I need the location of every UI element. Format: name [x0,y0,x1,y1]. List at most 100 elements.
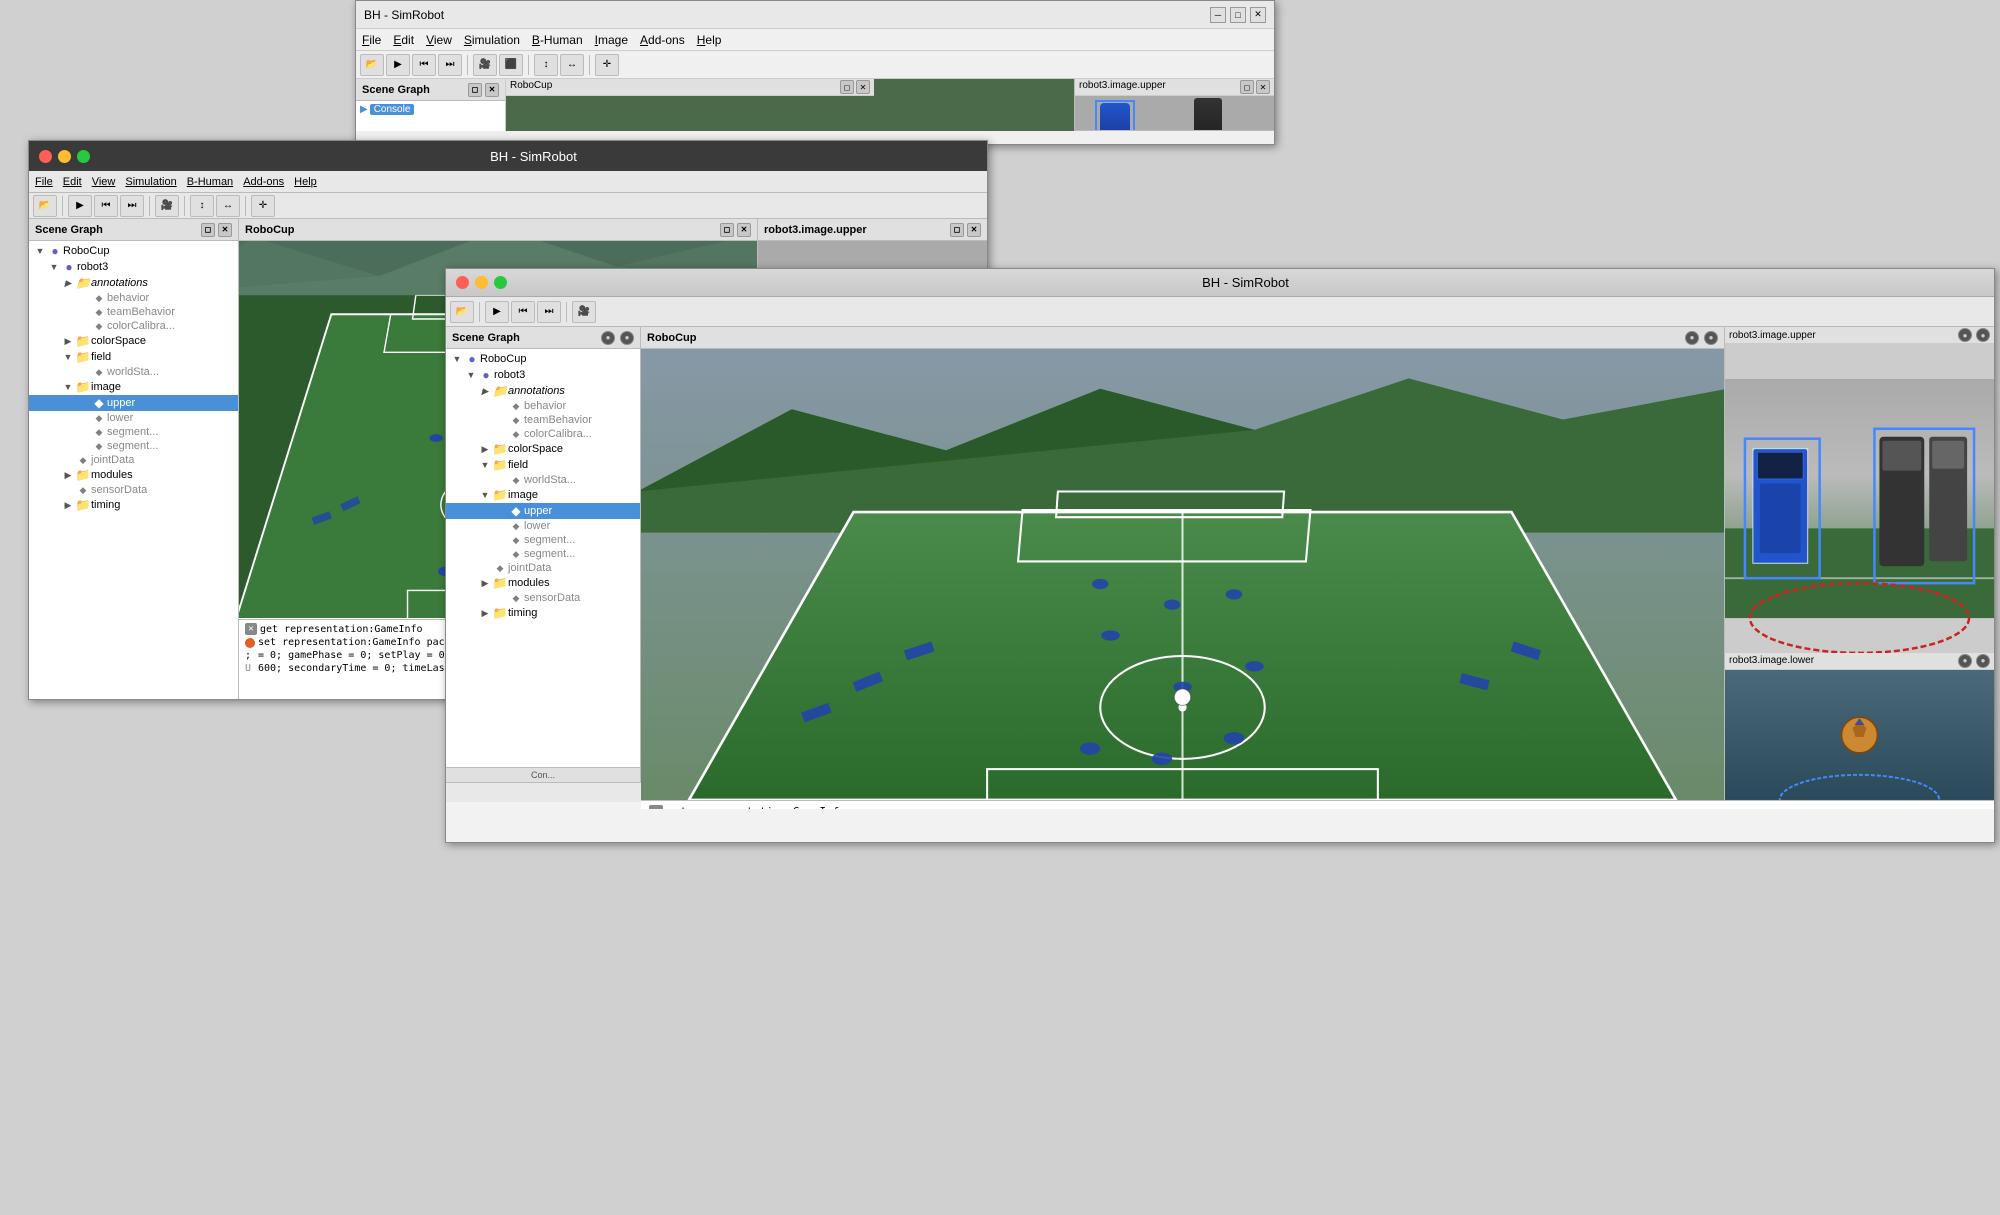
menu-view[interactable]: View [426,33,452,47]
win2-rc-close[interactable]: ✕ [737,223,751,237]
win1-cam-detach[interactable]: ◻ [1240,80,1254,94]
tree3-lower[interactable]: ◆ lower [446,519,640,533]
tree3-modules[interactable]: ▶ 📁 modules [446,575,640,591]
win2-rc-controls[interactable]: ◻ ✕ [720,223,751,237]
menu-simulation[interactable]: Simulation [464,33,520,47]
tb2-drag[interactable]: ✛ [251,195,275,217]
window-1[interactable]: BH - SimRobot ─ □ ✕ File Edit View Simul… [355,0,1275,145]
win3-rc-controls[interactable]: ● ● [1683,331,1718,345]
tree3-image[interactable]: ▼ 📁 image [446,487,640,503]
tree3-robocup[interactable]: ▼ ● RoboCup [446,351,640,367]
tree2-behavior[interactable]: ◆ behavior [29,291,238,305]
tree3-seg2[interactable]: ◆ segment... [446,547,640,561]
close-button[interactable]: ✕ [1250,7,1266,23]
max-light-2[interactable] [77,150,90,163]
win3-cu-btn1[interactable]: ● [1958,328,1972,342]
tree2-sensordata[interactable]: ◆ sensorData [29,483,238,497]
win1-cam-controls[interactable]: ◻ ✕ [1240,80,1270,94]
tree2-colorcalib[interactable]: ◆ colorCalibra... [29,319,238,333]
win1-controls[interactable]: ─ □ ✕ [1210,7,1266,23]
tb2-step-back[interactable]: ⏮ [94,195,118,217]
play-btn[interactable]: ▶ [386,54,410,76]
win2-rc-detach[interactable]: ◻ [720,223,734,237]
tree3-timing[interactable]: ▶ 📁 timing [446,605,640,621]
win2-sg-detach[interactable]: ◻ [201,223,215,237]
open-btn[interactable]: 📂 [360,54,384,76]
tilt-btn[interactable]: ↕ [534,54,558,76]
pan-btn[interactable]: ↔ [560,54,584,76]
tree3-cc[interactable]: ◆ colorCalibra... [446,427,640,441]
tree2-colorspace[interactable]: ▶ 📁 colorSpace [29,333,238,349]
tree2-jointdata[interactable]: ◆ jointData [29,453,238,467]
tree3-field[interactable]: ▼ 📁 field [446,457,640,473]
win3-cl-btn1[interactable]: ● [1958,654,1972,668]
tree2-seg2[interactable]: ◆ segment... [29,439,238,453]
win3-sg-close2[interactable]: ● [620,331,634,345]
menu-file[interactable]: File [362,33,381,47]
win3-sg-close1[interactable]: ● [601,331,615,345]
win3-rc-btn1[interactable]: ● [1685,331,1699,345]
win1-rc-close[interactable]: ✕ [856,80,870,94]
win3-rc-btn2[interactable]: ● [1704,331,1718,345]
win2-cam-close[interactable]: ✕ [967,223,981,237]
min-light-2[interactable] [58,150,71,163]
tb3-step-fwd[interactable]: ⏭ [537,301,561,323]
win3-cam-upper-controls[interactable]: ● ● [1956,328,1990,342]
menu-bhuman[interactable]: B-Human [532,33,583,47]
tree2-field[interactable]: ▼ 📁 field [29,349,238,365]
win2-cam-detach[interactable]: ◻ [950,223,964,237]
win1-sg-controls[interactable]: ◻ ✕ [468,83,499,97]
tree2-annotations[interactable]: ▶ 📁 annotations [29,275,238,291]
minimize-button[interactable]: ─ [1210,7,1226,23]
traffic-lights-2[interactable] [39,150,90,163]
tree2-upper[interactable]: ◆ upper [29,395,238,411]
menu2-bhuman[interactable]: B-Human [187,176,233,188]
menu-edit[interactable]: Edit [393,33,414,47]
tree3-sensordata[interactable]: ◆ sensorData [446,591,640,605]
tree3-colorspace[interactable]: ▶ 📁 colorSpace [446,441,640,457]
win3-cam-lower-controls[interactable]: ● ● [1956,654,1990,668]
win3-cl-btn2[interactable]: ● [1976,654,1990,668]
win3-cu-btn2[interactable]: ● [1976,328,1990,342]
menu2-edit[interactable]: Edit [63,176,82,188]
tb2-pan[interactable]: ↔ [216,195,240,217]
tb2-open[interactable]: 📂 [33,195,57,217]
close-light-3[interactable] [456,276,469,289]
cam-btn[interactable]: 🎥 [473,54,497,76]
win1-cam-close[interactable]: ✕ [1256,80,1270,94]
tb2-step-fwd[interactable]: ⏭ [120,195,144,217]
tree2-lower[interactable]: ◆ lower [29,411,238,425]
tb2-tilt[interactable]: ↕ [190,195,214,217]
tb3-open[interactable]: 📂 [450,301,474,323]
drag-btn[interactable]: ✛ [595,54,619,76]
tree2-robocup[interactable]: ▼ ● RoboCup [29,243,238,259]
tree3-behavior[interactable]: ◆ behavior [446,399,640,413]
win2-sg-btn-group[interactable]: ◻ ✕ [201,223,232,237]
tree2-teambehavior[interactable]: ◆ teamBehavior [29,305,238,319]
tb3-play[interactable]: ▶ [485,301,509,323]
tree2-modules[interactable]: ▶ 📁 modules [29,467,238,483]
traffic-lights-3[interactable] [456,276,507,289]
stop-btn[interactable]: ⬛ [499,54,523,76]
max-light-3[interactable] [494,276,507,289]
win2-sg-close[interactable]: ✕ [218,223,232,237]
win3-sg-controls[interactable]: ● ● [599,331,634,345]
tree3-robot3[interactable]: ▼ ● robot3 [446,367,640,383]
min-light-3[interactable] [475,276,488,289]
step-fwd-btn[interactable]: ⏭ [438,54,462,76]
tree2-robot3[interactable]: ▼ ● robot3 [29,259,238,275]
window-3[interactable]: BH - SimRobot 📂 ▶ ⏮ ⏭ 🎥 Scene Graph ● ● … [445,268,1995,843]
tb2-cam[interactable]: 🎥 [155,195,179,217]
menu-addons[interactable]: Add-ons [640,33,685,47]
menu2-help[interactable]: Help [294,176,317,188]
tree3-teambehavior[interactable]: ◆ teamBehavior [446,413,640,427]
win1-robocup-controls[interactable]: ◻ ✕ [840,80,870,94]
tb3-cam[interactable]: 🎥 [572,301,596,323]
tree3-jointdata[interactable]: ◆ jointData [446,561,640,575]
step-back-btn[interactable]: ⏮ [412,54,436,76]
tree3-annotations[interactable]: ▶ 📁 annotations [446,383,640,399]
menu-help[interactable]: Help [697,33,722,47]
win2-cam-controls[interactable]: ◻ ✕ [950,223,981,237]
tree2-worldsta[interactable]: ◆ worldSta... [29,365,238,379]
menu2-view[interactable]: View [92,176,116,188]
